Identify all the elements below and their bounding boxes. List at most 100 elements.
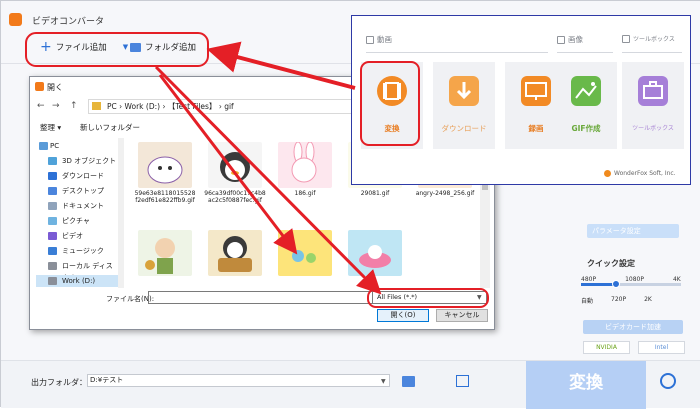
open-output-icon[interactable] — [456, 375, 469, 387]
gpu-acceleration-button[interactable]: ビデオカード加速 — [583, 320, 683, 334]
file-item[interactable] — [204, 230, 266, 288]
app-logo-icon — [9, 13, 22, 26]
dialog-app-icon — [35, 82, 44, 91]
dialog-title: 開く — [47, 83, 63, 92]
output-folder-input[interactable]: D:¥テスト — [87, 374, 390, 387]
nvidia-chip[interactable]: NVIDIA — [583, 341, 630, 354]
tile-label: ツールボックス — [632, 125, 674, 132]
nav-item-label: ピクチャ — [62, 217, 90, 225]
nav-item-desktop[interactable]: デスクトップ — [36, 185, 118, 197]
quality-label: 720P — [611, 296, 627, 303]
nav-item-videos[interactable]: ビデオ — [36, 230, 118, 242]
file-item[interactable]: 59e63e8118015528f2edf61e822ffb9.gif — [134, 142, 196, 222]
nav-item-pictures[interactable]: ピクチャ — [36, 215, 118, 227]
file-item[interactable]: 186.gif — [274, 142, 336, 222]
nav-item-work-drive[interactable]: Work (D:) — [36, 275, 118, 287]
quality-slider-handle[interactable] — [612, 280, 620, 288]
quality-label: 1080P — [625, 276, 644, 283]
feature-menu-popup: 動画 画像 ツールボックス 変換 ダウンロード 録画 GIF作成 ツールボックス… — [351, 15, 691, 185]
nav-item-label: Work (D:) — [62, 277, 96, 285]
convert-button[interactable]: 変換 — [526, 361, 646, 409]
file-item[interactable] — [134, 230, 196, 288]
section-toolbox: ツールボックス — [622, 34, 675, 43]
nav-pane-scrollbar[interactable] — [118, 138, 124, 288]
nav-item-3d-objects[interactable]: 3D オブジェクト — [36, 155, 118, 167]
section-divider — [366, 52, 548, 53]
nav-item-label: ミュージック — [62, 247, 104, 255]
alarm-clock-icon[interactable] — [660, 373, 676, 389]
bottom-bar: 出力フォルダ： D:¥テスト ▼ 変換 — [1, 360, 700, 409]
back-arrow-icon[interactable]: ← — [37, 101, 45, 111]
open-button[interactable]: 開く(O) — [377, 309, 429, 322]
file-name: angry-2498_256.gif — [415, 190, 475, 197]
download-arrow-icon — [449, 76, 479, 106]
tile-label: GIF作成 — [571, 124, 601, 133]
file-item[interactable] — [274, 230, 336, 288]
file-item[interactable]: 96ca39df00c17c4b8ac2c5f0887fec.gif — [204, 142, 266, 222]
nav-item-music[interactable]: ミュージック — [36, 245, 118, 257]
file-thumbnail — [278, 230, 332, 276]
chevron-down-icon[interactable]: ▼ — [381, 378, 386, 385]
section-divider — [557, 52, 613, 53]
filename-label: ファイル名(N): — [106, 295, 155, 303]
file-thumbnail — [348, 230, 402, 276]
quality-labels-top: 480P 1080P 4K — [581, 276, 681, 283]
nav-item-documents[interactable]: ドキュメント — [36, 200, 118, 212]
section-divider — [622, 52, 682, 53]
documents-icon — [48, 202, 57, 210]
filename-input[interactable] — [148, 291, 387, 304]
image-icon — [571, 76, 601, 106]
tile-gif-maker[interactable]: GIF作成 — [555, 62, 617, 149]
file-thumbnail — [208, 230, 262, 276]
quality-label: 2K — [644, 296, 652, 303]
forward-arrow-icon[interactable]: → — [52, 101, 60, 111]
nav-item-label: ビデオ — [62, 232, 83, 240]
quality-label: 480P — [581, 276, 597, 283]
tile-toolbox[interactable]: ツールボックス — [622, 62, 684, 149]
toolbox-section-icon — [622, 34, 630, 43]
quality-label: 自動 — [581, 298, 594, 305]
up-arrow-icon[interactable]: ↑ — [70, 101, 78, 111]
pictures-icon — [48, 217, 57, 225]
toolbox-icon — [638, 76, 668, 106]
videos-icon — [48, 232, 57, 240]
intel-chip[interactable]: Intel — [638, 341, 685, 354]
music-icon — [48, 247, 57, 255]
download-icon — [48, 172, 57, 180]
nav-item-label: 3D オブジェクト — [62, 157, 117, 165]
section-label: 画像 — [568, 35, 583, 44]
file-thumbnail — [138, 142, 192, 188]
output-folder-label: 出力フォルダ： — [31, 378, 87, 387]
file-name: 29081.gif — [360, 190, 390, 197]
browse-folder-icon[interactable] — [402, 376, 415, 387]
file-name: 59e63e8118015528f2edf61e822ffb9.gif — [134, 190, 196, 204]
cancel-button[interactable]: キャンセル — [436, 309, 488, 322]
video-section-icon — [366, 35, 374, 44]
3d-objects-icon — [48, 157, 57, 165]
file-type-highlight — [367, 288, 489, 308]
nav-item-label: ダウンロード — [62, 172, 104, 180]
nav-item-local-disk[interactable]: ローカル ディスク (C — [36, 260, 118, 282]
settings-panel: パラメータ設定 クイック設定 480P 1080P 4K 自動 720P 2K … — [571, 189, 694, 360]
quality-slider-fill — [581, 283, 616, 286]
file-name: 186.gif — [294, 190, 316, 197]
file-item[interactable] — [344, 230, 406, 288]
quality-slider[interactable] — [581, 280, 681, 288]
section-video: 動画 — [366, 34, 392, 45]
quick-settings-label: クイック設定 — [587, 259, 635, 268]
nav-item-pc[interactable]: PC — [36, 140, 118, 152]
navigation-pane: PC 3D オブジェクト ダウンロード デスクトップ ドキュメント ピクチャ ビ… — [36, 138, 118, 288]
new-folder-button[interactable]: 新しいフォルダー — [80, 122, 140, 133]
parameter-settings-button[interactable]: パラメータ設定 — [587, 224, 679, 238]
pc-icon — [39, 142, 48, 150]
folder-icon — [92, 102, 101, 110]
brand-text: WonderFox Soft, Inc. — [614, 170, 676, 177]
brand: WonderFox Soft, Inc. — [604, 170, 676, 177]
section-label: 動画 — [377, 35, 392, 44]
file-thumbnail — [138, 230, 192, 276]
tile-download[interactable]: ダウンロード — [433, 62, 495, 149]
section-image: 画像 — [557, 34, 583, 45]
nav-item-downloads[interactable]: ダウンロード — [36, 170, 118, 182]
organize-menu[interactable]: 整理 ▾ — [40, 122, 61, 133]
tile-label: ダウンロード — [441, 124, 487, 133]
